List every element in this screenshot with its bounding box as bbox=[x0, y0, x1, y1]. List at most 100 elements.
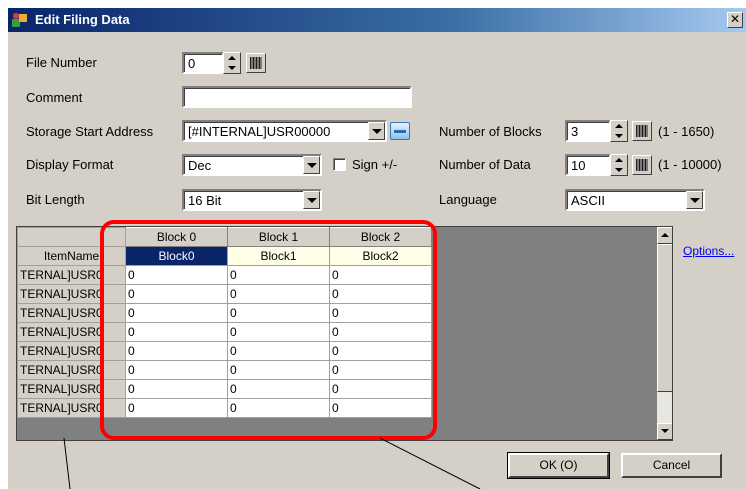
data-cell[interactable]: 0 bbox=[125, 341, 228, 361]
keypad-icon bbox=[636, 159, 648, 171]
number-of-data-keypad-button[interactable] bbox=[632, 155, 652, 175]
data-cell[interactable]: 0 bbox=[227, 379, 330, 399]
storage-start-address-label: Storage Start Address bbox=[26, 124, 154, 139]
data-cell[interactable]: 0 bbox=[227, 322, 330, 342]
table-row: TERNAL]USR0 0 0 0 bbox=[17, 379, 432, 399]
storage-start-address-input[interactable]: [#INTERNAL]USR00000 bbox=[182, 120, 387, 142]
data-cell[interactable]: 0 bbox=[227, 265, 330, 285]
scroll-down-button[interactable] bbox=[657, 423, 672, 440]
language-dropdown[interactable] bbox=[686, 191, 703, 209]
row-header: TERNAL]USR0 bbox=[17, 265, 126, 285]
data-cell[interactable]: 0 bbox=[125, 284, 228, 304]
scroll-thumb[interactable] bbox=[657, 244, 672, 392]
data-cell[interactable]: 0 bbox=[125, 265, 228, 285]
sign-checkbox[interactable] bbox=[333, 158, 346, 171]
row-header: TERNAL]USR0 bbox=[17, 303, 126, 323]
bit-length-dropdown[interactable] bbox=[303, 191, 320, 209]
item-name-header: ItemName bbox=[17, 246, 126, 266]
grid-corner bbox=[17, 227, 126, 247]
data-cell[interactable]: 0 bbox=[227, 341, 330, 361]
number-of-data-label: Number of Data bbox=[439, 157, 531, 172]
data-cell[interactable]: 0 bbox=[329, 284, 432, 304]
row-header: TERNAL]USR0 bbox=[17, 379, 126, 399]
data-cell[interactable]: 0 bbox=[329, 322, 432, 342]
address-input-icon[interactable] bbox=[390, 122, 410, 140]
block-name-cell[interactable]: Block2 bbox=[329, 246, 432, 266]
cancel-button[interactable]: Cancel bbox=[621, 453, 722, 478]
ok-button[interactable]: OK (O) bbox=[507, 452, 610, 479]
table-row: TERNAL]USR0 0 0 0 bbox=[17, 303, 432, 323]
data-cell[interactable]: 0 bbox=[329, 379, 432, 399]
number-of-data-range: (1 - 10000) bbox=[658, 157, 722, 172]
filing-data-grid: Block 0 Block 1 Block 2 ItemName Block0 … bbox=[16, 226, 673, 441]
bit-length-label: Bit Length bbox=[26, 192, 85, 207]
number-of-blocks-range: (1 - 1650) bbox=[658, 124, 715, 139]
options-link[interactable]: Options... bbox=[683, 244, 734, 258]
data-cell[interactable]: 0 bbox=[227, 360, 330, 380]
number-of-data-spinner[interactable] bbox=[610, 154, 628, 176]
sign-label: Sign +/- bbox=[352, 157, 398, 172]
table-row: TERNAL]USR0 0 0 0 bbox=[17, 341, 432, 361]
comment-label: Comment bbox=[26, 90, 83, 105]
storage-start-address-dropdown[interactable] bbox=[368, 122, 385, 140]
column-header-block-0[interactable]: Block 0 bbox=[125, 227, 228, 247]
dialog-title: Edit Filing Data bbox=[35, 12, 130, 27]
data-cell[interactable]: 0 bbox=[329, 360, 432, 380]
data-cell[interactable]: 0 bbox=[329, 341, 432, 361]
number-of-blocks-spinner[interactable] bbox=[610, 120, 628, 142]
block-name-cell[interactable]: Block1 bbox=[227, 246, 330, 266]
column-header-block-2[interactable]: Block 2 bbox=[329, 227, 432, 247]
data-cell[interactable]: 0 bbox=[329, 265, 432, 285]
table-row: TERNAL]USR0 0 0 0 bbox=[17, 265, 432, 285]
language-select[interactable]: ASCII bbox=[565, 189, 705, 211]
number-of-blocks-label: Number of Blocks bbox=[439, 124, 542, 139]
grid-vertical-scrollbar[interactable] bbox=[657, 227, 672, 440]
file-number-input[interactable]: 0 bbox=[182, 52, 224, 74]
chevron-down-icon bbox=[307, 198, 317, 203]
close-button[interactable]: ✕ bbox=[727, 12, 743, 28]
edit-filing-data-dialog: Edit Filing Data ✕ File Number 0 Comment… bbox=[7, 7, 746, 489]
data-cell[interactable]: 0 bbox=[125, 303, 228, 323]
data-cell[interactable]: 0 bbox=[125, 322, 228, 342]
row-header: TERNAL]USR0 bbox=[17, 398, 126, 418]
app-icon bbox=[12, 13, 27, 27]
data-cell[interactable]: 0 bbox=[227, 284, 330, 304]
data-cell[interactable]: 0 bbox=[125, 398, 228, 418]
title-bar: Edit Filing Data ✕ bbox=[8, 8, 746, 32]
file-number-spinner[interactable] bbox=[223, 52, 241, 74]
number-of-blocks-keypad-button[interactable] bbox=[632, 121, 652, 141]
number-of-data-input[interactable]: 10 bbox=[565, 154, 611, 176]
data-cell[interactable]: 0 bbox=[329, 303, 432, 323]
block-name-cell[interactable]: Block0 bbox=[125, 246, 228, 266]
file-number-keypad-button[interactable] bbox=[246, 53, 266, 73]
keypad-icon bbox=[636, 125, 648, 137]
data-cell[interactable]: 0 bbox=[227, 303, 330, 323]
filing-data-table: Block 0 Block 1 Block 2 ItemName Block0 … bbox=[17, 227, 432, 418]
chevron-down-icon bbox=[372, 129, 382, 134]
display-format-label: Display Format bbox=[26, 157, 114, 172]
arrow-up-icon bbox=[661, 233, 669, 237]
column-header-block-1[interactable]: Block 1 bbox=[227, 227, 330, 247]
table-row: TERNAL]USR0 0 0 0 bbox=[17, 360, 432, 380]
display-format-select[interactable]: Dec bbox=[182, 154, 322, 176]
data-cell[interactable]: 0 bbox=[329, 398, 432, 418]
data-cell[interactable]: 0 bbox=[125, 360, 228, 380]
bit-length-select[interactable]: 16 Bit bbox=[182, 189, 322, 211]
row-header: TERNAL]USR0 bbox=[17, 341, 126, 361]
chevron-down-icon bbox=[307, 163, 317, 168]
scroll-up-button[interactable] bbox=[657, 227, 672, 244]
table-row: TERNAL]USR0 0 0 0 bbox=[17, 322, 432, 342]
number-of-blocks-input[interactable]: 3 bbox=[565, 120, 611, 142]
comment-input[interactable] bbox=[182, 86, 412, 108]
row-header: TERNAL]USR0 bbox=[17, 322, 126, 342]
row-header: TERNAL]USR0 bbox=[17, 284, 126, 304]
table-row: TERNAL]USR0 0 0 0 bbox=[17, 284, 432, 304]
keypad-icon bbox=[250, 57, 262, 69]
language-label: Language bbox=[439, 192, 497, 207]
display-format-dropdown[interactable] bbox=[303, 156, 320, 174]
data-cell[interactable]: 0 bbox=[125, 379, 228, 399]
file-number-label: File Number bbox=[26, 55, 97, 70]
table-row: TERNAL]USR0 0 0 0 bbox=[17, 398, 432, 418]
data-cell[interactable]: 0 bbox=[227, 398, 330, 418]
chevron-down-icon bbox=[690, 198, 700, 203]
